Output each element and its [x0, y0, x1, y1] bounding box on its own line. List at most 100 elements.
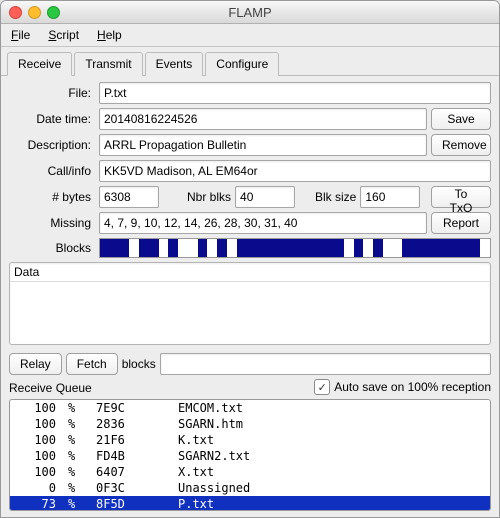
queue-id: 7E9C — [90, 400, 172, 416]
queue-pct: 100 — [10, 416, 62, 432]
block-received — [237, 239, 247, 257]
menu-help-label: elp — [106, 28, 122, 42]
block-received — [432, 239, 442, 257]
block-received — [110, 239, 120, 257]
queue-row[interactable]: 100%7E9CEMCOM.txt — [10, 400, 490, 416]
queue-pct: 0 — [10, 480, 62, 496]
app-window: FLAMP File Script Help Receive Transmit … — [0, 0, 500, 518]
autosave-label: Auto save on 100% reception — [334, 380, 491, 394]
label-blocks2: blocks — [122, 357, 156, 371]
queue-unit: % — [62, 400, 90, 416]
check-icon: ✓ — [314, 379, 330, 395]
tab-receive[interactable]: Receive — [7, 52, 72, 76]
remove-button[interactable]: Remove — [431, 134, 491, 156]
block-received — [441, 239, 451, 257]
tab-bar: Receive Transmit Events Configure — [1, 47, 499, 76]
queue-filename: X.txt — [172, 464, 490, 480]
queue-filename: K.txt — [172, 432, 490, 448]
datetime-field[interactable] — [99, 108, 427, 130]
block-received — [276, 239, 286, 257]
block-received — [295, 239, 305, 257]
queue-unit: % — [62, 416, 90, 432]
minimize-icon[interactable] — [28, 6, 41, 19]
totxq-button[interactable]: To TxQ — [431, 186, 491, 208]
label-missing: Missing — [9, 216, 95, 230]
menu-script-label: cript — [56, 28, 79, 42]
data-textarea[interactable] — [10, 282, 490, 344]
queue-row[interactable]: 0%0F3CUnassigned — [10, 480, 490, 496]
file-field[interactable] — [99, 82, 491, 104]
block-received — [461, 239, 471, 257]
nbrblks-field[interactable] — [235, 186, 295, 208]
zoom-icon[interactable] — [47, 6, 60, 19]
callinfo-field[interactable] — [99, 160, 491, 182]
block-received — [149, 239, 159, 257]
tab-transmit[interactable]: Transmit — [74, 52, 142, 76]
label-nbrblks: Nbr blks — [187, 190, 231, 204]
block-received — [422, 239, 432, 257]
queue-id: 2836 — [90, 416, 172, 432]
receive-queue[interactable]: 100%7E9CEMCOM.txt100%2836SGARN.htm100%21… — [9, 399, 491, 511]
queue-row[interactable]: 100%FD4BSGARN2.txt — [10, 448, 490, 464]
label-callinfo: Call/info — [9, 164, 95, 178]
block-received — [334, 239, 344, 257]
queue-row[interactable]: 73%8F5DP.txt — [10, 496, 490, 511]
window-title: FLAMP — [1, 5, 499, 20]
missing-field[interactable] — [99, 212, 427, 234]
label-bytes: # bytes — [9, 190, 95, 204]
queue-pct: 100 — [10, 432, 62, 448]
block-received — [266, 239, 276, 257]
queue-unit: % — [62, 432, 90, 448]
save-button[interactable]: Save — [431, 108, 491, 130]
label-receive-queue: Receive Queue — [9, 381, 92, 395]
tab-events[interactable]: Events — [145, 52, 204, 76]
close-icon[interactable] — [9, 6, 22, 19]
menu-script[interactable]: Script — [48, 28, 79, 42]
queue-row[interactable]: 100%2836SGARN.htm — [10, 416, 490, 432]
tab-configure[interactable]: Configure — [205, 52, 279, 76]
relay-button[interactable]: Relay — [9, 353, 62, 375]
queue-row[interactable]: 100%6407X.txt — [10, 464, 490, 480]
block-received — [246, 239, 256, 257]
queue-filename: SGARN2.txt — [172, 448, 490, 464]
block-received — [324, 239, 334, 257]
menu-file[interactable]: File — [11, 28, 30, 42]
queue-id: FD4B — [90, 448, 172, 464]
queue-row[interactable]: 100%21F6K.txt — [10, 432, 490, 448]
queue-unit: % — [62, 448, 90, 464]
queue-filename: P.txt — [172, 496, 490, 511]
block-received — [412, 239, 422, 257]
blocks-indicator — [99, 238, 491, 258]
queue-pct: 73 — [10, 496, 62, 511]
data-box: Data — [9, 262, 491, 345]
queue-unit: % — [62, 464, 90, 480]
autosave-checkbox[interactable]: ✓ Auto save on 100% reception — [314, 379, 491, 395]
fetch-button[interactable]: Fetch — [66, 353, 118, 375]
bytes-field[interactable] — [99, 186, 159, 208]
block-received — [315, 239, 325, 257]
description-field[interactable] — [99, 134, 427, 156]
queue-unit: % — [62, 480, 90, 496]
menu-file-label: ile — [18, 28, 30, 42]
block-received — [198, 239, 208, 257]
block-received — [139, 239, 149, 257]
label-datetime: Date time: — [9, 112, 95, 126]
block-received — [354, 239, 364, 257]
report-button[interactable]: Report — [431, 212, 491, 234]
label-file: File: — [9, 86, 95, 100]
block-received — [168, 239, 178, 257]
block-received — [120, 239, 130, 257]
menu-help[interactable]: Help — [97, 28, 122, 42]
label-blocks: Blocks — [9, 241, 95, 255]
blocks-field[interactable] — [160, 353, 491, 375]
block-received — [451, 239, 461, 257]
receive-panel: File: Date time: Save Description: Remov… — [1, 76, 499, 517]
queue-pct: 100 — [10, 400, 62, 416]
blksize-field[interactable] — [360, 186, 420, 208]
queue-id: 6407 — [90, 464, 172, 480]
block-received — [256, 239, 266, 257]
queue-unit: % — [62, 496, 90, 511]
queue-filename: EMCOM.txt — [172, 400, 490, 416]
titlebar: FLAMP — [1, 1, 499, 24]
label-blksize: Blk size — [315, 190, 356, 204]
